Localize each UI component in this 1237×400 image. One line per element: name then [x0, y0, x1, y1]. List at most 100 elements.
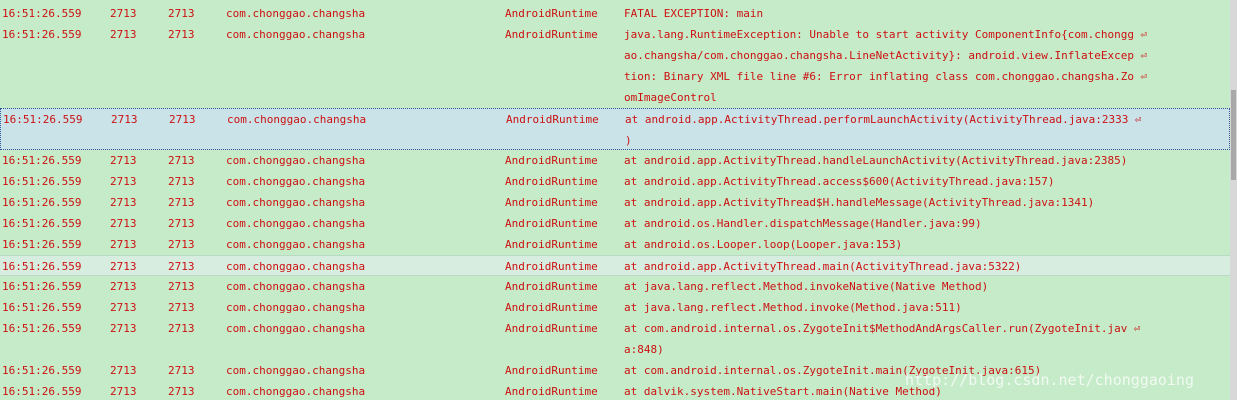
log-application: com.chonggao.changsha [226, 7, 366, 20]
log-tid: 2713 [168, 322, 195, 335]
log-row[interactable]: 16:51:26.559 2713 2713 com.chonggao.changsh… [0, 192, 1230, 213]
log-tag: AndroidRuntime [505, 260, 598, 273]
log-application: com.chonggao.changsha [226, 175, 366, 188]
log-row[interactable]: 16:51:26.559 2713 2713 com.chonggao.changsh… [0, 255, 1230, 276]
log-row[interactable]: 16:51:26.559 2713 2713 com.chonggao.changsh… [0, 234, 1230, 255]
log-pid: 2713 [110, 364, 137, 377]
log-message-line: ) [625, 134, 632, 147]
log-message-line: a:848) [624, 343, 664, 356]
log-application: com.chonggao.changsha [226, 364, 366, 377]
log-time: 16:51:26.559 [2, 301, 82, 314]
log-tag: AndroidRuntime [505, 364, 598, 377]
log-tid: 2713 [168, 301, 195, 314]
log-row[interactable]: 16:51:26.559 2713 2713 com.chonggao.changsh… [0, 297, 1230, 318]
log-pid: 2713 [110, 238, 137, 251]
log-row[interactable]: 16:51:26.559 2713 2713 com.chonggao.changsh… [0, 318, 1230, 360]
log-message-line: ao.changsha/com.chonggao.changsha.LineNe… [624, 49, 1148, 62]
log-tag: AndroidRuntime [505, 7, 598, 20]
log-application: com.chonggao.changsha [226, 385, 366, 398]
log-tid: 2713 [168, 196, 195, 209]
log-pid: 2713 [110, 217, 137, 230]
log-time: 16:51:26.559 [2, 385, 82, 398]
log-tid: 2713 [169, 113, 196, 126]
watermark: http://blog.csdn.net/chonggaoing [905, 371, 1194, 389]
scrollbar-thumb[interactable] [1231, 90, 1236, 180]
log-time: 16:51:26.559 [2, 196, 82, 209]
log-message-line: at android.app.ActivityThread.access$600… [624, 175, 1055, 188]
log-message-line: at android.app.ActivityThread.handleLaun… [624, 154, 1128, 167]
log-time: 16:51:26.559 [2, 7, 82, 20]
log-time: 16:51:26.559 [2, 238, 82, 251]
log-time: 16:51:26.559 [2, 260, 82, 273]
log-application: com.chonggao.changsha [226, 154, 366, 167]
log-message-line: at android.os.Handler.dispatchMessage(Ha… [624, 217, 982, 230]
log-tag: AndroidRuntime [505, 217, 598, 230]
log-row[interactable]: 16:51:26.559 2713 2713 com.chonggao.changsh… [0, 3, 1230, 24]
log-message-line: at com.android.internal.os.ZygoteInit$Me… [624, 322, 1141, 335]
log-pid: 2713 [110, 154, 137, 167]
log-application: com.chonggao.changsha [227, 113, 367, 126]
log-pid: 2713 [110, 322, 137, 335]
log-tid: 2713 [168, 280, 195, 293]
log-tag: AndroidRuntime [505, 196, 598, 209]
log-tag: AndroidRuntime [505, 28, 598, 41]
log-tid: 2713 [168, 385, 195, 398]
log-time: 16:51:26.559 [2, 217, 82, 230]
log-message-line: java.lang.RuntimeException: Unable to st… [624, 28, 1148, 41]
log-application: com.chonggao.changsha [226, 196, 366, 209]
log-tid: 2713 [168, 260, 195, 273]
log-tid: 2713 [168, 364, 195, 377]
log-application: com.chonggao.changsha [226, 217, 366, 230]
log-time: 16:51:26.559 [2, 175, 82, 188]
log-message-line: at java.lang.reflect.Method.invoke(Metho… [624, 301, 962, 314]
log-time: 16:51:26.559 [2, 322, 82, 335]
log-tid: 2713 [168, 28, 195, 41]
log-message-line: at android.app.ActivityThread.main(Activ… [624, 260, 1022, 273]
log-row[interactable]: 16:51:26.559 2713 2713 com.chonggao.changsh… [0, 276, 1230, 297]
log-message-line: at dalvik.system.NativeStart.main(Native… [624, 385, 942, 398]
log-time: 16:51:26.559 [2, 364, 82, 377]
log-message-line: at android.os.Looper.loop(Looper.java:15… [624, 238, 903, 251]
log-pid: 2713 [110, 280, 137, 293]
log-message-line: at android.app.ActivityThread$H.handleMe… [624, 196, 1095, 209]
log-message-line: at java.lang.reflect.Method.invokeNative… [624, 280, 989, 293]
log-row[interactable]: 16:51:26.559 2713 2713 com.chonggao.changsh… [0, 213, 1230, 234]
log-application: com.chonggao.changsha [226, 260, 366, 273]
log-pid: 2713 [110, 385, 137, 398]
log-time: 16:51:26.559 [3, 113, 83, 126]
log-tid: 2713 [168, 154, 195, 167]
log-message-line: at android.app.ActivityThread.performLau… [625, 113, 1142, 126]
log-tag: AndroidRuntime [505, 301, 598, 314]
log-tag: AndroidRuntime [505, 238, 598, 251]
log-tid: 2713 [168, 238, 195, 251]
log-row[interactable]: 16:51:26.559 2713 2713 com.chonggao.changsh… [0, 150, 1230, 171]
log-row[interactable]: 16:51:26.559 2713 2713 com.chonggao.changsh… [0, 24, 1230, 108]
log-time: 16:51:26.559 [2, 280, 82, 293]
log-application: com.chonggao.changsha [226, 238, 366, 251]
log-pid: 2713 [110, 28, 137, 41]
log-row[interactable]: 16:51:26.559 2713 2713 com.chonggao.changsh… [0, 108, 1230, 150]
log-time: 16:51:26.559 [2, 28, 82, 41]
log-application: com.chonggao.changsha [226, 301, 366, 314]
log-tid: 2713 [168, 175, 195, 188]
log-tid: 2713 [168, 7, 195, 20]
log-tag: AndroidRuntime [505, 280, 598, 293]
log-row[interactable]: 16:51:26.559 2713 2713 com.chonggao.changsh… [0, 171, 1230, 192]
log-pid: 2713 [110, 301, 137, 314]
log-message-line: FATAL EXCEPTION: main [624, 7, 764, 20]
log-pid: 2713 [110, 196, 137, 209]
log-tag: AndroidRuntime [506, 113, 599, 126]
log-time: 16:51:26.559 [2, 154, 82, 167]
log-application: com.chonggao.changsha [226, 28, 366, 41]
log-tag: AndroidRuntime [505, 322, 598, 335]
logcat-panel[interactable]: 16:51:26.559 2713 2713 com.chonggao.changsh… [0, 0, 1237, 400]
log-pid: 2713 [110, 175, 137, 188]
log-message-line: omImageControl [624, 91, 717, 104]
log-pid: 2713 [110, 260, 137, 273]
log-application: com.chonggao.changsha [226, 322, 366, 335]
log-tid: 2713 [168, 217, 195, 230]
log-tag: AndroidRuntime [505, 385, 598, 398]
vertical-scrollbar[interactable] [1230, 0, 1237, 400]
log-tag: AndroidRuntime [505, 175, 598, 188]
log-tag: AndroidRuntime [505, 154, 598, 167]
